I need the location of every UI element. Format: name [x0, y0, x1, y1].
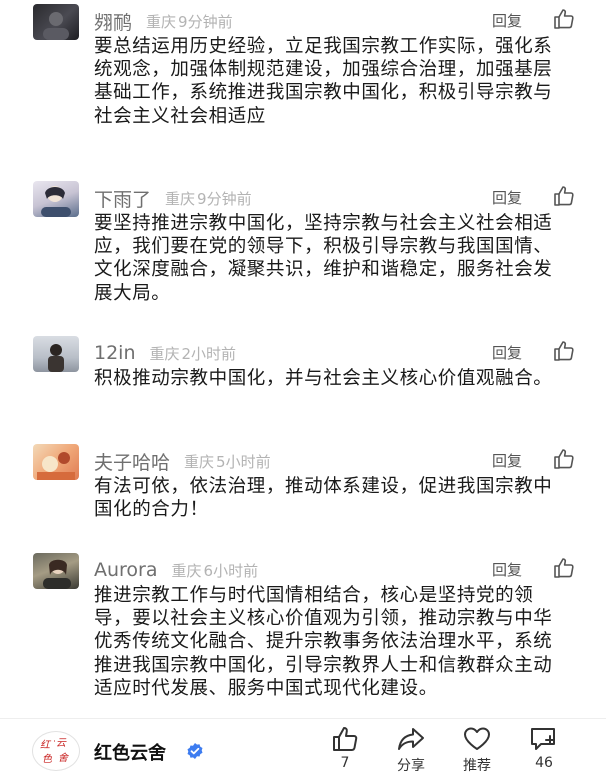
location: 重庆 [149, 344, 180, 363]
comment-text: 要坚持推进宗教中国化，坚持宗教与社会主义社会相适应，我们要在党的领导下，积极引导… [94, 213, 553, 304]
location: 重庆 [165, 189, 196, 208]
username[interactable]: 12in [94, 342, 136, 364]
svg-text:舍: 舍 [58, 752, 70, 764]
avatar[interactable] [33, 4, 79, 40]
comment-count: 46 [535, 755, 553, 771]
timestamp: 2小时前 [181, 344, 237, 363]
reply-button[interactable]: 回复 [492, 187, 522, 208]
timestamp: 9分钟前 [178, 12, 233, 31]
comment-button[interactable]: 46 [520, 725, 568, 771]
svg-text:云: 云 [56, 738, 67, 749]
share-button[interactable]: 分享 [387, 725, 435, 775]
like-icon[interactable] [552, 447, 576, 471]
brand-logo[interactable]: 红 云 色 舍 [32, 731, 80, 771]
avatar[interactable] [33, 444, 79, 480]
username[interactable]: Aurora [94, 559, 158, 581]
comment-meta: 夫子哈哈 重庆 5小时前 [94, 448, 271, 474]
svg-text:红: 红 [40, 739, 52, 751]
avatar[interactable] [33, 553, 79, 589]
reply-button[interactable]: 回复 [492, 559, 522, 580]
comment-meta: 12in 重庆 2小时前 [94, 340, 236, 366]
timestamp: 5小时前 [216, 452, 271, 471]
heart-icon [464, 727, 490, 750]
username[interactable]: 翙鸸 [94, 8, 132, 35]
recommend-button[interactable]: 推荐 [453, 725, 501, 775]
recommend-label: 推荐 [463, 758, 491, 774]
comment-meta: 翙鸸 重庆 9分钟前 [94, 8, 233, 34]
comment-add-icon [531, 728, 555, 750]
username[interactable]: 夫子哈哈 [94, 448, 170, 475]
share-label: 分享 [397, 758, 425, 774]
like-count: 7 [340, 755, 350, 771]
like-icon[interactable] [552, 184, 576, 208]
username[interactable]: 下雨了 [94, 185, 151, 212]
comment-meta: Aurora 重庆 6小时前 [94, 557, 258, 583]
thumbs-up-icon [333, 727, 358, 751]
comment-text: 推进宗教工作与时代国情相结合，核心是坚持党的领导，要以社会主义核心价值观为引领，… [94, 585, 553, 699]
like-button[interactable]: 7 [321, 725, 369, 771]
timestamp: 6小时前 [203, 561, 259, 580]
reply-button[interactable]: 回复 [492, 342, 522, 363]
like-icon[interactable] [552, 339, 576, 363]
reply-button[interactable]: 回复 [492, 450, 522, 471]
location: 重庆 [171, 561, 202, 580]
location: 重庆 [184, 452, 215, 471]
avatar[interactable] [33, 181, 79, 217]
svg-text:色: 色 [42, 753, 53, 765]
verified-badge-icon [186, 742, 204, 760]
timestamp: 9分钟前 [197, 189, 252, 208]
comment-meta: 下雨了 重庆 9分钟前 [94, 185, 252, 211]
bottom-action-bar: 红 云 色 舍 红色云舍 7 分享 推荐 46 [0, 718, 606, 779]
comment-text: 积极推动宗教中国化，并与社会主义核心价值观融合。 [94, 368, 553, 389]
brand-name[interactable]: 红色云舍 [94, 739, 166, 765]
share-icon [398, 728, 424, 750]
comment-text: 有法可依，依法治理，推动体系建设，促进我国宗教中国化的合力！ [94, 476, 553, 521]
like-icon[interactable] [552, 7, 576, 31]
avatar[interactable] [33, 336, 79, 372]
comment-text: 要总结运用历史经验，立足我国宗教工作实际，强化系统观念，加强体制规范建设，加强综… [94, 36, 553, 127]
like-icon[interactable] [552, 556, 576, 580]
reply-button[interactable]: 回复 [492, 10, 522, 31]
location: 重庆 [146, 12, 177, 31]
